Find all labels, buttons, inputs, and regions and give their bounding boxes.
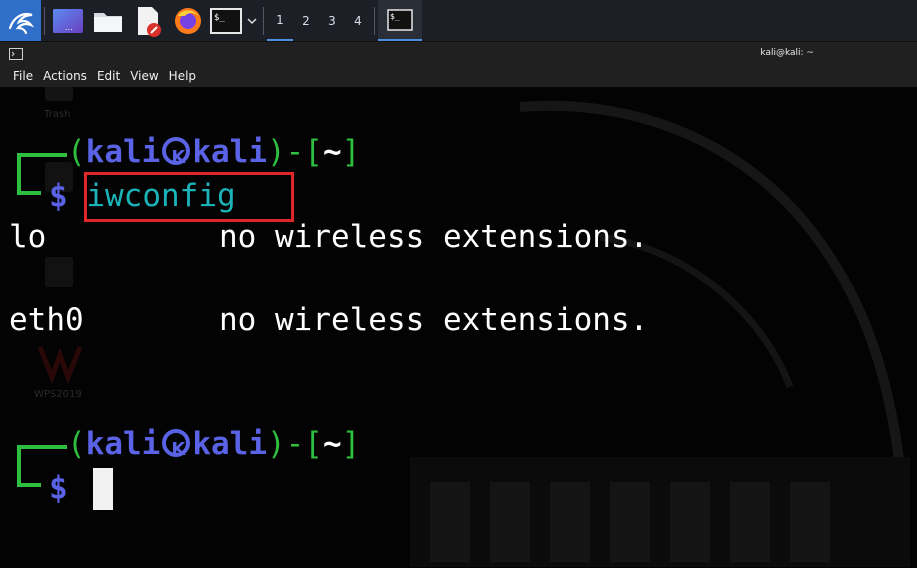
prompt-open-paren: ( bbox=[67, 134, 86, 170]
text-editor-icon bbox=[138, 6, 161, 37]
panel-separator bbox=[374, 6, 375, 35]
menu-file[interactable]: File bbox=[8, 69, 38, 83]
prompt-host: kali bbox=[192, 426, 267, 462]
chevron-down-icon bbox=[247, 17, 257, 24]
prompt-bracket bbox=[17, 445, 67, 449]
prompt-bracket bbox=[17, 153, 67, 157]
svg-text:$_: $_ bbox=[390, 12, 400, 21]
firefox-button[interactable] bbox=[168, 0, 208, 41]
terminal-launcher-button[interactable]: $_ bbox=[208, 0, 244, 41]
kali-symbol-icon: K bbox=[162, 137, 191, 168]
window-title: kali@kali: ~ bbox=[760, 48, 814, 58]
top-panel: ... $_ 1 2 3 4 $_ bbox=[0, 0, 917, 41]
text-cursor bbox=[93, 468, 113, 510]
file-manager-icon bbox=[94, 12, 122, 32]
prompt-dir: ~ bbox=[322, 426, 342, 462]
desktop-trash-label: Trash bbox=[44, 109, 71, 120]
interface-name: eth0 bbox=[9, 302, 84, 338]
applications-menu-button[interactable] bbox=[0, 0, 41, 41]
panel-separator bbox=[263, 6, 264, 35]
firefox-icon bbox=[175, 7, 201, 34]
file-manager-button[interactable] bbox=[88, 0, 128, 41]
command-highlight-box bbox=[84, 172, 294, 222]
menu-help[interactable]: Help bbox=[164, 69, 201, 83]
kali-symbol-icon: K bbox=[162, 429, 191, 460]
prompt-user: kali bbox=[85, 426, 161, 462]
prompt-line-1: (kali Kkali)-[~] bbox=[67, 132, 360, 172]
interface-status: no wireless extensions. bbox=[219, 302, 649, 338]
output-line-eth0: eth0 bbox=[9, 300, 84, 340]
prompt-bracket bbox=[17, 191, 41, 195]
kali-dragon-icon bbox=[8, 12, 34, 34]
prompt-host: kali bbox=[192, 134, 267, 170]
svg-text:$_: $_ bbox=[214, 13, 225, 23]
text-editor-button[interactable] bbox=[128, 0, 168, 41]
workspace-4[interactable]: 4 bbox=[345, 0, 371, 41]
interface-status: no wireless extensions. bbox=[219, 219, 649, 255]
menu-view[interactable]: View bbox=[125, 69, 163, 83]
output-line-eth0-status: no wireless extensions. bbox=[219, 300, 648, 340]
terminal-icon: $_ bbox=[210, 7, 242, 34]
workspace-1[interactable]: 1 bbox=[267, 0, 293, 41]
menu-bar: File Actions Edit View Help bbox=[0, 65, 917, 87]
terminal-icon: $_ bbox=[387, 8, 413, 31]
prompt-user: kali bbox=[85, 134, 161, 170]
prompt-line-2: (kali Kkali)-[~] bbox=[67, 424, 360, 464]
prompt-dir-close: ] bbox=[341, 426, 361, 462]
prompt-bracket bbox=[17, 153, 21, 195]
interface-name: lo bbox=[9, 219, 47, 255]
output-line-lo-status: no wireless extensions. bbox=[219, 217, 648, 257]
prompt-bracket bbox=[17, 445, 21, 487]
menu-actions[interactable]: Actions bbox=[38, 69, 92, 83]
prompt-dir: ~ bbox=[322, 134, 342, 170]
show-desktop-button[interactable]: ... bbox=[48, 0, 88, 41]
prompt-dir-close: ] bbox=[341, 134, 361, 170]
prompt-dir-open: )-[ bbox=[266, 134, 323, 170]
prompt-dir-open: )-[ bbox=[266, 426, 323, 462]
workspace-3[interactable]: 3 bbox=[319, 0, 345, 41]
prompt-open-paren: ( bbox=[67, 426, 86, 462]
svg-text:...: ... bbox=[65, 23, 73, 32]
desktop-wps-label: WPS2019 bbox=[34, 389, 82, 400]
prompt-symbol: $ bbox=[49, 470, 68, 506]
launcher-dropdown-button[interactable] bbox=[244, 0, 260, 41]
task-terminal-window[interactable]: $_ bbox=[378, 0, 422, 41]
command-line-2: $ bbox=[49, 468, 68, 508]
terminal-area[interactable]: Trash WPS2019 (kali Kkali)-[~] $ iwconfig… bbox=[0, 87, 917, 568]
prompt-bracket bbox=[17, 483, 41, 487]
prompt-symbol: $ bbox=[49, 178, 68, 214]
show-desktop-icon: ... bbox=[53, 8, 83, 33]
menu-edit[interactable]: Edit bbox=[92, 69, 125, 83]
panel-separator bbox=[44, 6, 45, 35]
window-titlebar[interactable]: kali@kali: ~ bbox=[0, 41, 917, 65]
output-line-lo: lo bbox=[9, 217, 46, 257]
workspace-2[interactable]: 2 bbox=[293, 0, 319, 41]
